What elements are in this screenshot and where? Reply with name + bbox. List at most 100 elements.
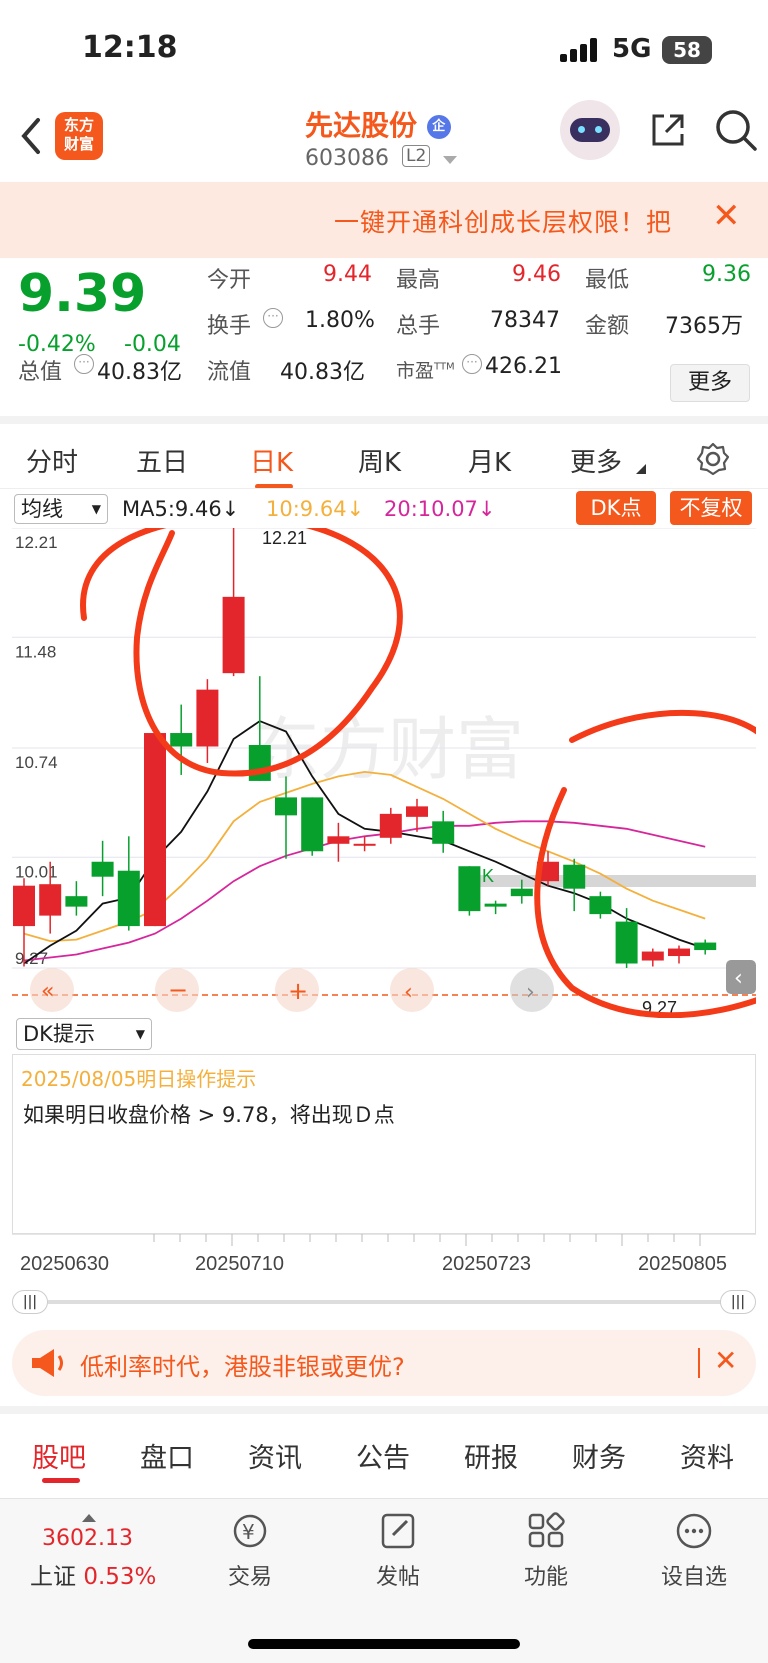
open-label: 今开	[207, 268, 252, 293]
assistant-avatar-icon[interactable]	[560, 100, 620, 160]
tab-financials[interactable]: 财务	[572, 1436, 626, 1475]
promo-bar[interactable]: 低利率时代，港股非银或更优? ✕	[12, 1330, 756, 1396]
float-cap-label: 流值	[207, 360, 252, 385]
index-name: 上证	[30, 1564, 76, 1590]
candle-body	[65, 896, 88, 907]
zoom-in-icon[interactable]: +	[288, 977, 308, 1005]
promo-banner[interactable]: 一键开通科创成长层权限！把 ✕	[0, 182, 768, 258]
prev-icon[interactable]: ‹	[404, 980, 413, 1005]
zoom-out-icon[interactable]: −	[168, 976, 188, 1004]
time-axis: 20250630 20250710 20250723 20250805	[12, 1234, 756, 1275]
dk-point-button[interactable]: DK点	[576, 491, 656, 525]
candle-body	[39, 884, 62, 916]
tab-intraday[interactable]: 分时	[26, 442, 78, 479]
ma10-label: 10:9.64↓	[266, 497, 365, 521]
candle-body	[379, 813, 402, 838]
dk-select[interactable]: DK提示 ▼	[16, 1018, 152, 1050]
tab-research[interactable]: 研报	[464, 1436, 518, 1475]
back-icon[interactable]	[18, 116, 44, 156]
candle-body	[694, 942, 717, 951]
close-icon[interactable]: ✕	[714, 1344, 737, 1377]
signal-icon	[560, 38, 600, 62]
index-ticker[interactable]: 3602.13 上证 0.53%	[30, 1507, 170, 1591]
gear-icon[interactable]	[696, 442, 730, 476]
ma5-label: MA5:9.46↓	[122, 497, 240, 521]
nav-post[interactable]: 发帖	[343, 1511, 453, 1591]
index-pct: 0.53%	[83, 1564, 157, 1590]
tab-announcements[interactable]: 公告	[356, 1436, 410, 1475]
content-tabs: 股吧 盘口 资讯 公告 研报 财务 资料	[0, 1406, 768, 1483]
dk-message: 如果明日收盘价格 > 9.78，将出现Ｄ点	[23, 1103, 395, 1127]
amount-label: 金额	[585, 314, 630, 339]
tab-news[interactable]: 资讯	[248, 1436, 302, 1475]
total-cap-value: 40.83亿	[97, 360, 182, 385]
megaphone-icon	[32, 1349, 63, 1377]
turnover-label: 换手	[207, 314, 252, 339]
open-value: 9.44	[323, 262, 372, 287]
home-indicator	[248, 1639, 520, 1649]
adjust-button[interactable]: 不复权	[670, 491, 752, 525]
close-icon[interactable]: ✕	[712, 196, 741, 236]
x-label: 20250805	[638, 1253, 727, 1275]
battery-icon: 58	[662, 36, 712, 64]
scroll-handle-right[interactable]: |||	[720, 1290, 756, 1314]
y-tick-label: 10.74	[15, 753, 58, 772]
status-bar: 12:18 5G 58	[0, 0, 768, 100]
share-icon[interactable]	[648, 110, 688, 150]
promo-text[interactable]: 低利率时代，港股非银或更优?	[80, 1347, 405, 1382]
x-label: 20250723	[442, 1253, 531, 1275]
tab-order-book[interactable]: 盘口	[140, 1436, 194, 1475]
tab-more[interactable]: 更多	[570, 442, 622, 479]
stock-name: 先达股份 企	[305, 104, 451, 144]
indicator-select[interactable]: 均线 ▼	[14, 494, 108, 524]
info-icon[interactable]: ···	[74, 354, 94, 374]
high-value: 9.46	[512, 262, 561, 287]
more-button[interactable]: 更多	[670, 364, 750, 402]
info-icon[interactable]: ···	[263, 308, 283, 328]
candle-body	[510, 888, 533, 897]
candle-body	[301, 797, 324, 852]
tab-daily-k[interactable]: 日K	[250, 442, 293, 479]
info-icon[interactable]: ···	[462, 354, 482, 374]
y-tick-label: 12.21	[15, 533, 58, 552]
candle-body	[117, 870, 140, 927]
app-logo[interactable]: 东方 财富	[55, 112, 103, 160]
next-icon[interactable]: ›	[526, 980, 535, 1005]
high-label: 最高	[396, 268, 441, 293]
tab-monthly-k[interactable]: 月K	[468, 442, 511, 479]
candle-body	[196, 689, 219, 747]
candle-body	[668, 948, 690, 957]
stock-code: 603086	[305, 146, 389, 171]
kline-tabs: 分时 五日 日K 周K 月K 更多	[0, 416, 768, 489]
svg-text:¥: ¥	[242, 1520, 255, 1544]
dk-content: 2025/08/05明日操作提示 如果明日收盘价格 > 9.78，将出现Ｄ点	[12, 1054, 756, 1234]
nav-functions[interactable]: 功能	[491, 1511, 601, 1591]
candle-body	[406, 806, 428, 817]
chart-scrollbar[interactable]: ||| |||	[12, 1290, 756, 1314]
level-badge: L2	[402, 145, 431, 167]
dk-date-title: 2025/08/05明日操作提示	[21, 1067, 257, 1091]
candle-body	[458, 866, 481, 912]
pe-value: 426.21	[485, 354, 562, 379]
tab-weekly-k[interactable]: 周K	[358, 442, 401, 479]
candle-body	[353, 843, 376, 846]
pe-label: 市盈TTM	[396, 360, 455, 382]
collapse-icon[interactable]: ‹	[734, 966, 743, 991]
nav-trade[interactable]: ¥ 交易	[195, 1511, 305, 1591]
tab-five-day[interactable]: 五日	[136, 442, 188, 479]
tab-profile[interactable]: 资料	[680, 1436, 734, 1475]
nav-watchlist[interactable]: 设自选	[639, 1511, 749, 1591]
chart-controls: « − + ‹ ›	[30, 968, 554, 1012]
tab-indicator	[42, 1478, 80, 1483]
marker-k: K	[482, 866, 494, 886]
search-icon[interactable]	[714, 108, 758, 152]
rewind-icon[interactable]: «	[41, 979, 54, 1004]
edit-icon	[381, 1513, 415, 1549]
quote-panel: 9.39 -0.42% -0.04 今开 9.44 最高 9.46 最低 9.3…	[0, 258, 768, 416]
banner-text[interactable]: 一键开通科创成长层权限！把	[334, 203, 672, 239]
scroll-handle-left[interactable]: |||	[12, 1290, 48, 1314]
y-tick-label: 10.01	[15, 862, 58, 881]
tab-guba[interactable]: 股吧	[32, 1436, 86, 1475]
chevron-down-icon[interactable]	[443, 156, 457, 166]
kline-chart[interactable]: 东方财富 12.2111.4810.7410.019.27 K « − + ‹ …	[12, 528, 756, 1018]
